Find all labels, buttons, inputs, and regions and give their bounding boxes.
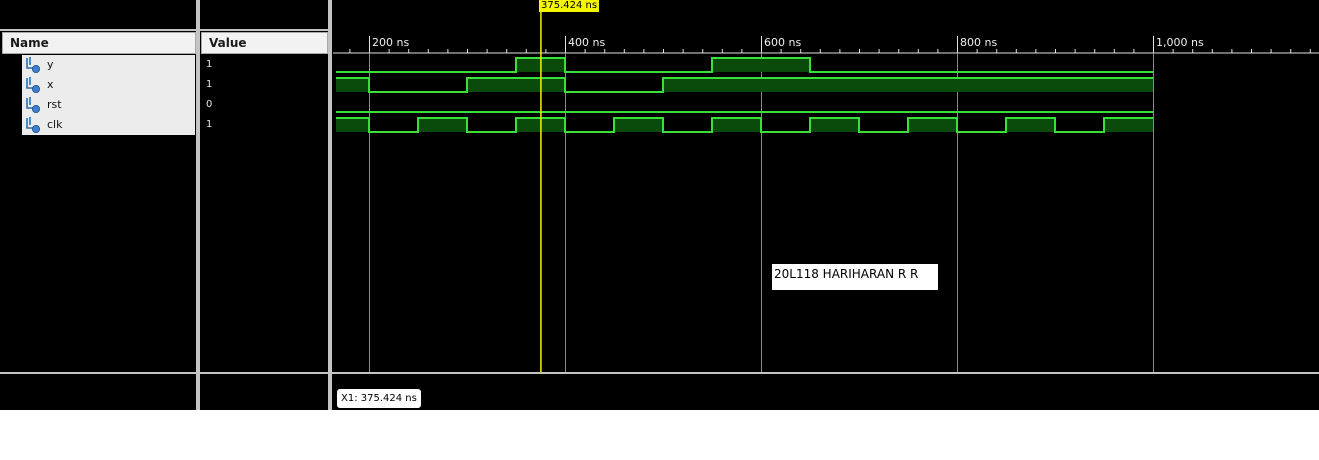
- signal-row-clk[interactable]: clk: [22, 115, 195, 135]
- signal-name: y: [47, 58, 54, 71]
- waveform-clk-high: [712, 118, 761, 132]
- value-wave-splitter[interactable]: [328, 0, 332, 410]
- name-column-header[interactable]: Name: [2, 32, 196, 54]
- cursor-x1-readout: X1: 375.424 ns: [337, 389, 421, 408]
- waveform-x-high: [663, 78, 1153, 92]
- signal-row-x[interactable]: x: [22, 75, 195, 95]
- name-value-splitter[interactable]: [196, 0, 200, 410]
- signal-value-clk: 1: [206, 119, 213, 130]
- signal-bit-icon: [26, 57, 40, 73]
- waveform-clk-high: [810, 118, 859, 132]
- signal-value-rst: 0: [206, 99, 213, 110]
- waveform-x-high: [467, 78, 565, 92]
- signal-row-rst[interactable]: rst: [22, 95, 195, 115]
- waveform-clk-high: [1006, 118, 1055, 132]
- top-divider: [200, 29, 328, 31]
- waveform-canvas[interactable]: 200 ns 400 ns 600 ns 800 ns 1,000 ns: [333, 0, 1319, 372]
- waveform-y-high: [712, 58, 810, 72]
- time-tick-label: 600 ns: [764, 36, 801, 49]
- waveform-clk-high: [614, 118, 663, 132]
- top-divider: [0, 29, 196, 31]
- time-tick-label: 200 ns: [372, 36, 409, 49]
- signal-bit-icon: [26, 117, 40, 133]
- cursor-time-label[interactable]: 375.424 ns: [539, 0, 600, 12]
- waveform-clk-high: [1104, 118, 1153, 132]
- waveform-clk-high: [908, 118, 957, 132]
- signal-name: x: [47, 78, 54, 91]
- waveform-viewer: Name Value y x rst clk 1 1 0 1 200 ns 40…: [0, 0, 1319, 410]
- signal-value-y: 1: [206, 59, 213, 70]
- signal-bit-icon: [26, 97, 40, 113]
- signal-bit-icon: [26, 77, 40, 93]
- signal-name: rst: [47, 98, 62, 111]
- time-tick-label: 400 ns: [568, 36, 605, 49]
- time-tick-label: 800 ns: [960, 36, 997, 49]
- signal-name: clk: [47, 118, 63, 131]
- waveform-clk-high: [418, 118, 467, 132]
- signal-list: y x rst clk: [22, 55, 195, 135]
- signal-row-y[interactable]: y: [22, 55, 195, 75]
- waveform-x-high: [336, 78, 369, 92]
- bottom-divider[interactable]: [0, 372, 1319, 374]
- signal-value-x: 1: [206, 79, 213, 90]
- annotation-label: 20L118 HARIHARAN R R: [772, 264, 938, 290]
- value-column-header[interactable]: Value: [201, 32, 328, 54]
- time-tick-label: 1,000 ns: [1156, 36, 1204, 49]
- waveform-clk-high: [336, 118, 369, 132]
